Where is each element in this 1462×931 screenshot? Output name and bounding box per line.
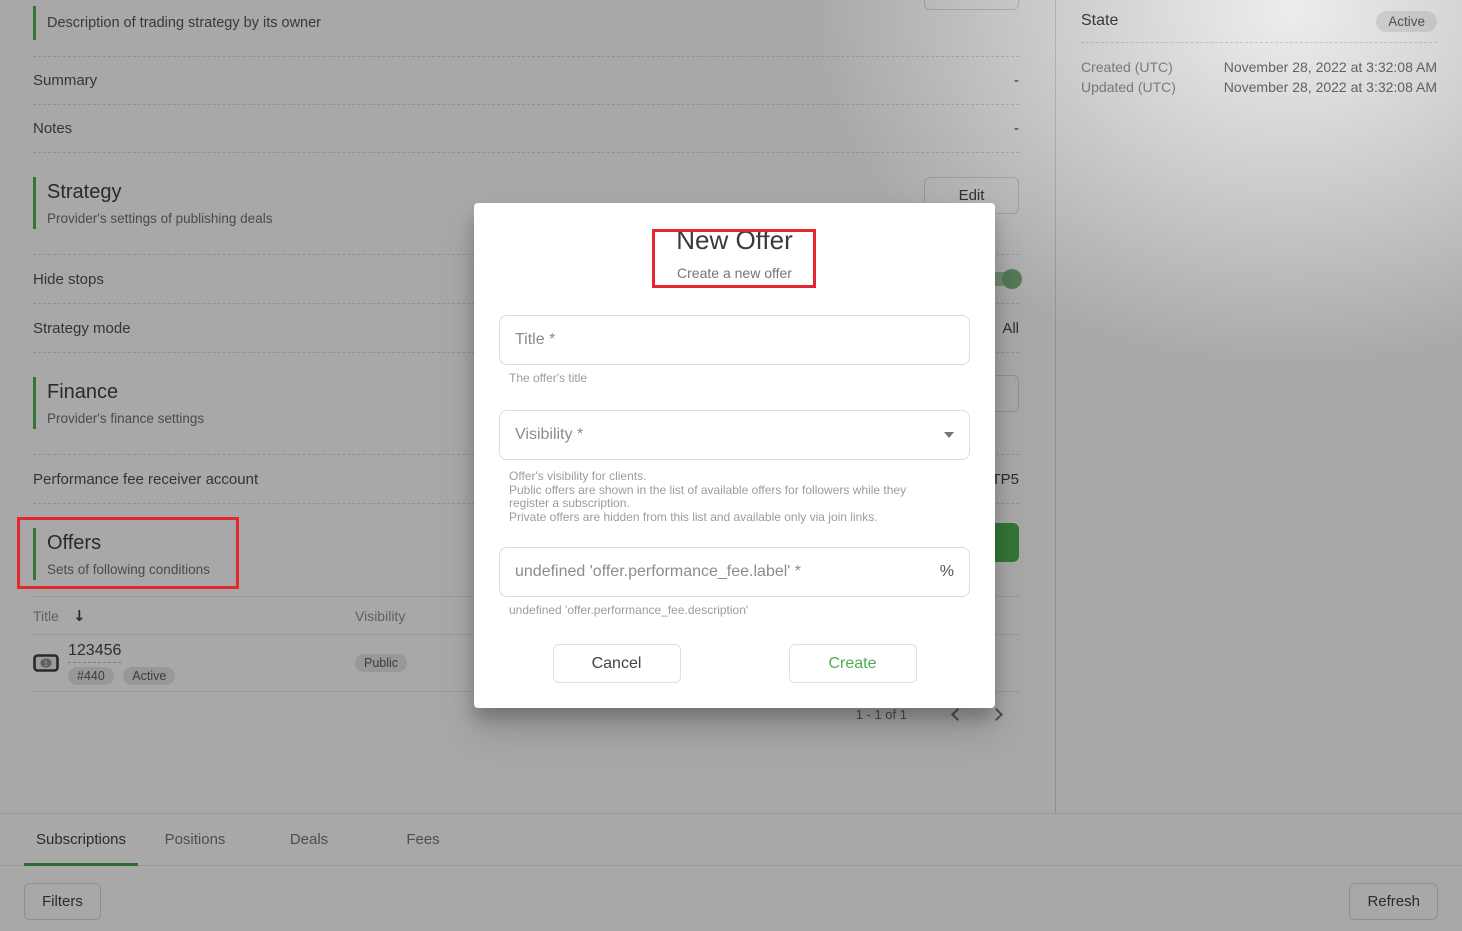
visibility-helper-line: Public offers are shown in the list of a…: [509, 484, 929, 511]
visibility-helper: Offer's visibility for clients. Public o…: [509, 470, 929, 525]
title-field: [499, 315, 970, 365]
performance-fee-field: %: [499, 547, 970, 597]
percent-suffix: %: [940, 563, 954, 581]
visibility-select-label: Visibility *: [515, 426, 583, 444]
visibility-helper-line: Private offers are hidden from this list…: [509, 511, 929, 525]
dialog-title: New Offer: [499, 225, 970, 255]
visibility-helper-line: Offer's visibility for clients.: [509, 470, 929, 484]
title-input[interactable]: [515, 331, 954, 349]
performance-fee-input[interactable]: [515, 563, 932, 581]
cancel-button[interactable]: Cancel: [553, 644, 681, 683]
new-offer-dialog: New Offer Create a new offer The offer's…: [474, 203, 995, 708]
create-button[interactable]: Create: [789, 644, 917, 683]
visibility-select[interactable]: Visibility *: [499, 410, 970, 460]
dialog-actions: Cancel Create: [499, 644, 970, 683]
dropdown-arrow-icon: [944, 432, 954, 438]
performance-fee-helper: undefined 'offer.performance_fee.descrip…: [509, 604, 970, 618]
dialog-subtitle: Create a new offer: [499, 264, 970, 282]
app-screen: Description of trading strategy by its o…: [0, 0, 1462, 931]
title-helper: The offer's title: [509, 372, 970, 386]
